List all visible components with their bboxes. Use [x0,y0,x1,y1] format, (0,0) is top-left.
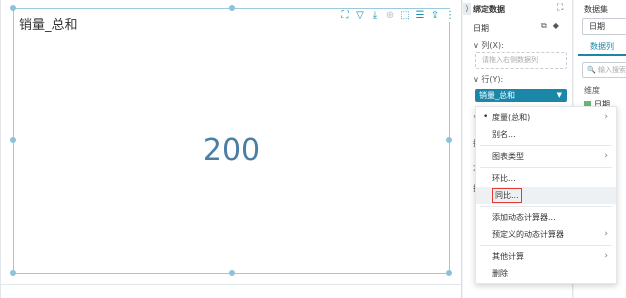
row-field-chip[interactable]: 销量_总和 ▼ [475,89,567,102]
menu-item-predefined-dynamic-calculator[interactable]: 预定义的动态计算器 › [476,226,616,243]
menu-item-label: 删除 [492,269,508,278]
menu-item-label: 预定义的动态计算器 [492,230,564,239]
chevron-down-icon[interactable]: ▼ [557,89,562,102]
resize-handle[interactable] [229,270,235,276]
resize-handle[interactable] [229,5,235,11]
chevron-right-icon: › [604,251,608,261]
menu-item-alias[interactable]: 别名... [476,126,616,143]
chevron-right-icon: › [604,112,608,122]
row-label[interactable]: ∨ 行(Y): [473,74,503,85]
resize-handle[interactable] [10,270,16,276]
chevron-right-icon: › [604,151,608,161]
bind-panel-title: 绑定数据 [473,5,505,14]
dataset-select[interactable]: 日期 [582,18,626,35]
list-icon[interactable]: ☰ [413,9,427,22]
tab-data-columns[interactable]: 数据列 [578,40,626,56]
more-icon[interactable]: ⋮ [443,9,457,22]
export-icon[interactable]: ⇪ [428,9,442,22]
menu-item-chart-type[interactable]: 图表类型 › [476,148,616,165]
kpi-widget[interactable]: 销量_总和 200 ⛶ ▽ ⤓ ⊕ ⬚ ☰ ⇪ ⋮ [10,5,459,276]
widget-title: 销量_总和 [19,18,78,33]
resize-handle[interactable] [10,5,16,11]
eraser-icon[interactable]: ◆ [553,21,559,31]
drill-icon[interactable]: ⤓ [368,9,382,22]
canvas-edge [0,0,1,298]
collapse-arrow-icon[interactable]: ⟩ [463,3,471,15]
bullet-icon: • [483,112,489,122]
canvas-divider [0,284,462,285]
resize-handle[interactable] [10,137,16,143]
menu-item-label: 同比... [492,188,522,203]
menu-item-chain-ratio[interactable]: 环比... [476,170,616,187]
dimension-label: 维度 [584,86,600,95]
menu-item-label: 其他计算 [492,252,524,261]
menu-item-label: 别名... [492,130,516,139]
chevron-right-icon: › [604,229,608,239]
widget-toolbar: ⛶ ▽ ⤓ ⊕ ⬚ ☰ ⇪ ⋮ [336,9,459,22]
context-menu: • 度量(总和) › 别名... 图表类型 › 环比... 同比... 添加动态… [475,106,617,284]
resize-handle[interactable] [446,270,452,276]
dashboard-canvas: 销量_总和 200 ⛶ ▽ ⤓ ⊕ ⬚ ☰ ⇪ ⋮ [0,0,462,298]
date-field-actions: ⧉ ◆ [541,21,559,31]
bound-date-field[interactable]: 日期 [473,23,489,34]
menu-item-label: 环比... [492,174,516,183]
menu-separator [480,167,612,168]
filter-icon[interactable]: ▽ [353,9,367,22]
menu-separator [480,145,612,146]
dataset-title: 数据集 [584,5,608,14]
column-drop-zone[interactable]: 请拖入右侧数据列 [475,52,567,69]
search-input[interactable]: 🔍 输入搜索 [582,62,626,78]
menu-item-yoy[interactable]: 同比... [476,187,616,204]
column-label[interactable]: ∨ 列(X): [473,40,504,51]
menu-separator [480,206,612,207]
kpi-value: 200 [202,133,261,168]
menu-item-other-calculations[interactable]: 其他计算 › [476,248,616,265]
menu-item-label: 添加动态计算器... [492,213,556,222]
menu-item-delete[interactable]: 删除 [476,265,616,282]
linkage-icon[interactable]: ⬚ [398,9,412,22]
expand-icon[interactable]: ⛶ [557,3,563,13]
menu-item-label: 度量(总和) [492,113,531,122]
menu-item-label: 图表类型 [492,152,524,161]
menu-item-measure[interactable]: • 度量(总和) › [476,109,616,126]
row-chip-label: 销量_总和 [479,91,515,100]
menu-item-add-dynamic-calculator[interactable]: 添加动态计算器... [476,209,616,226]
copy-icon[interactable]: ⧉ [541,21,547,31]
resize-handle[interactable] [446,137,452,143]
menu-separator [480,245,612,246]
zoom-icon[interactable]: ⊕ [383,9,397,22]
fullscreen-icon[interactable]: ⛶ [338,9,352,22]
